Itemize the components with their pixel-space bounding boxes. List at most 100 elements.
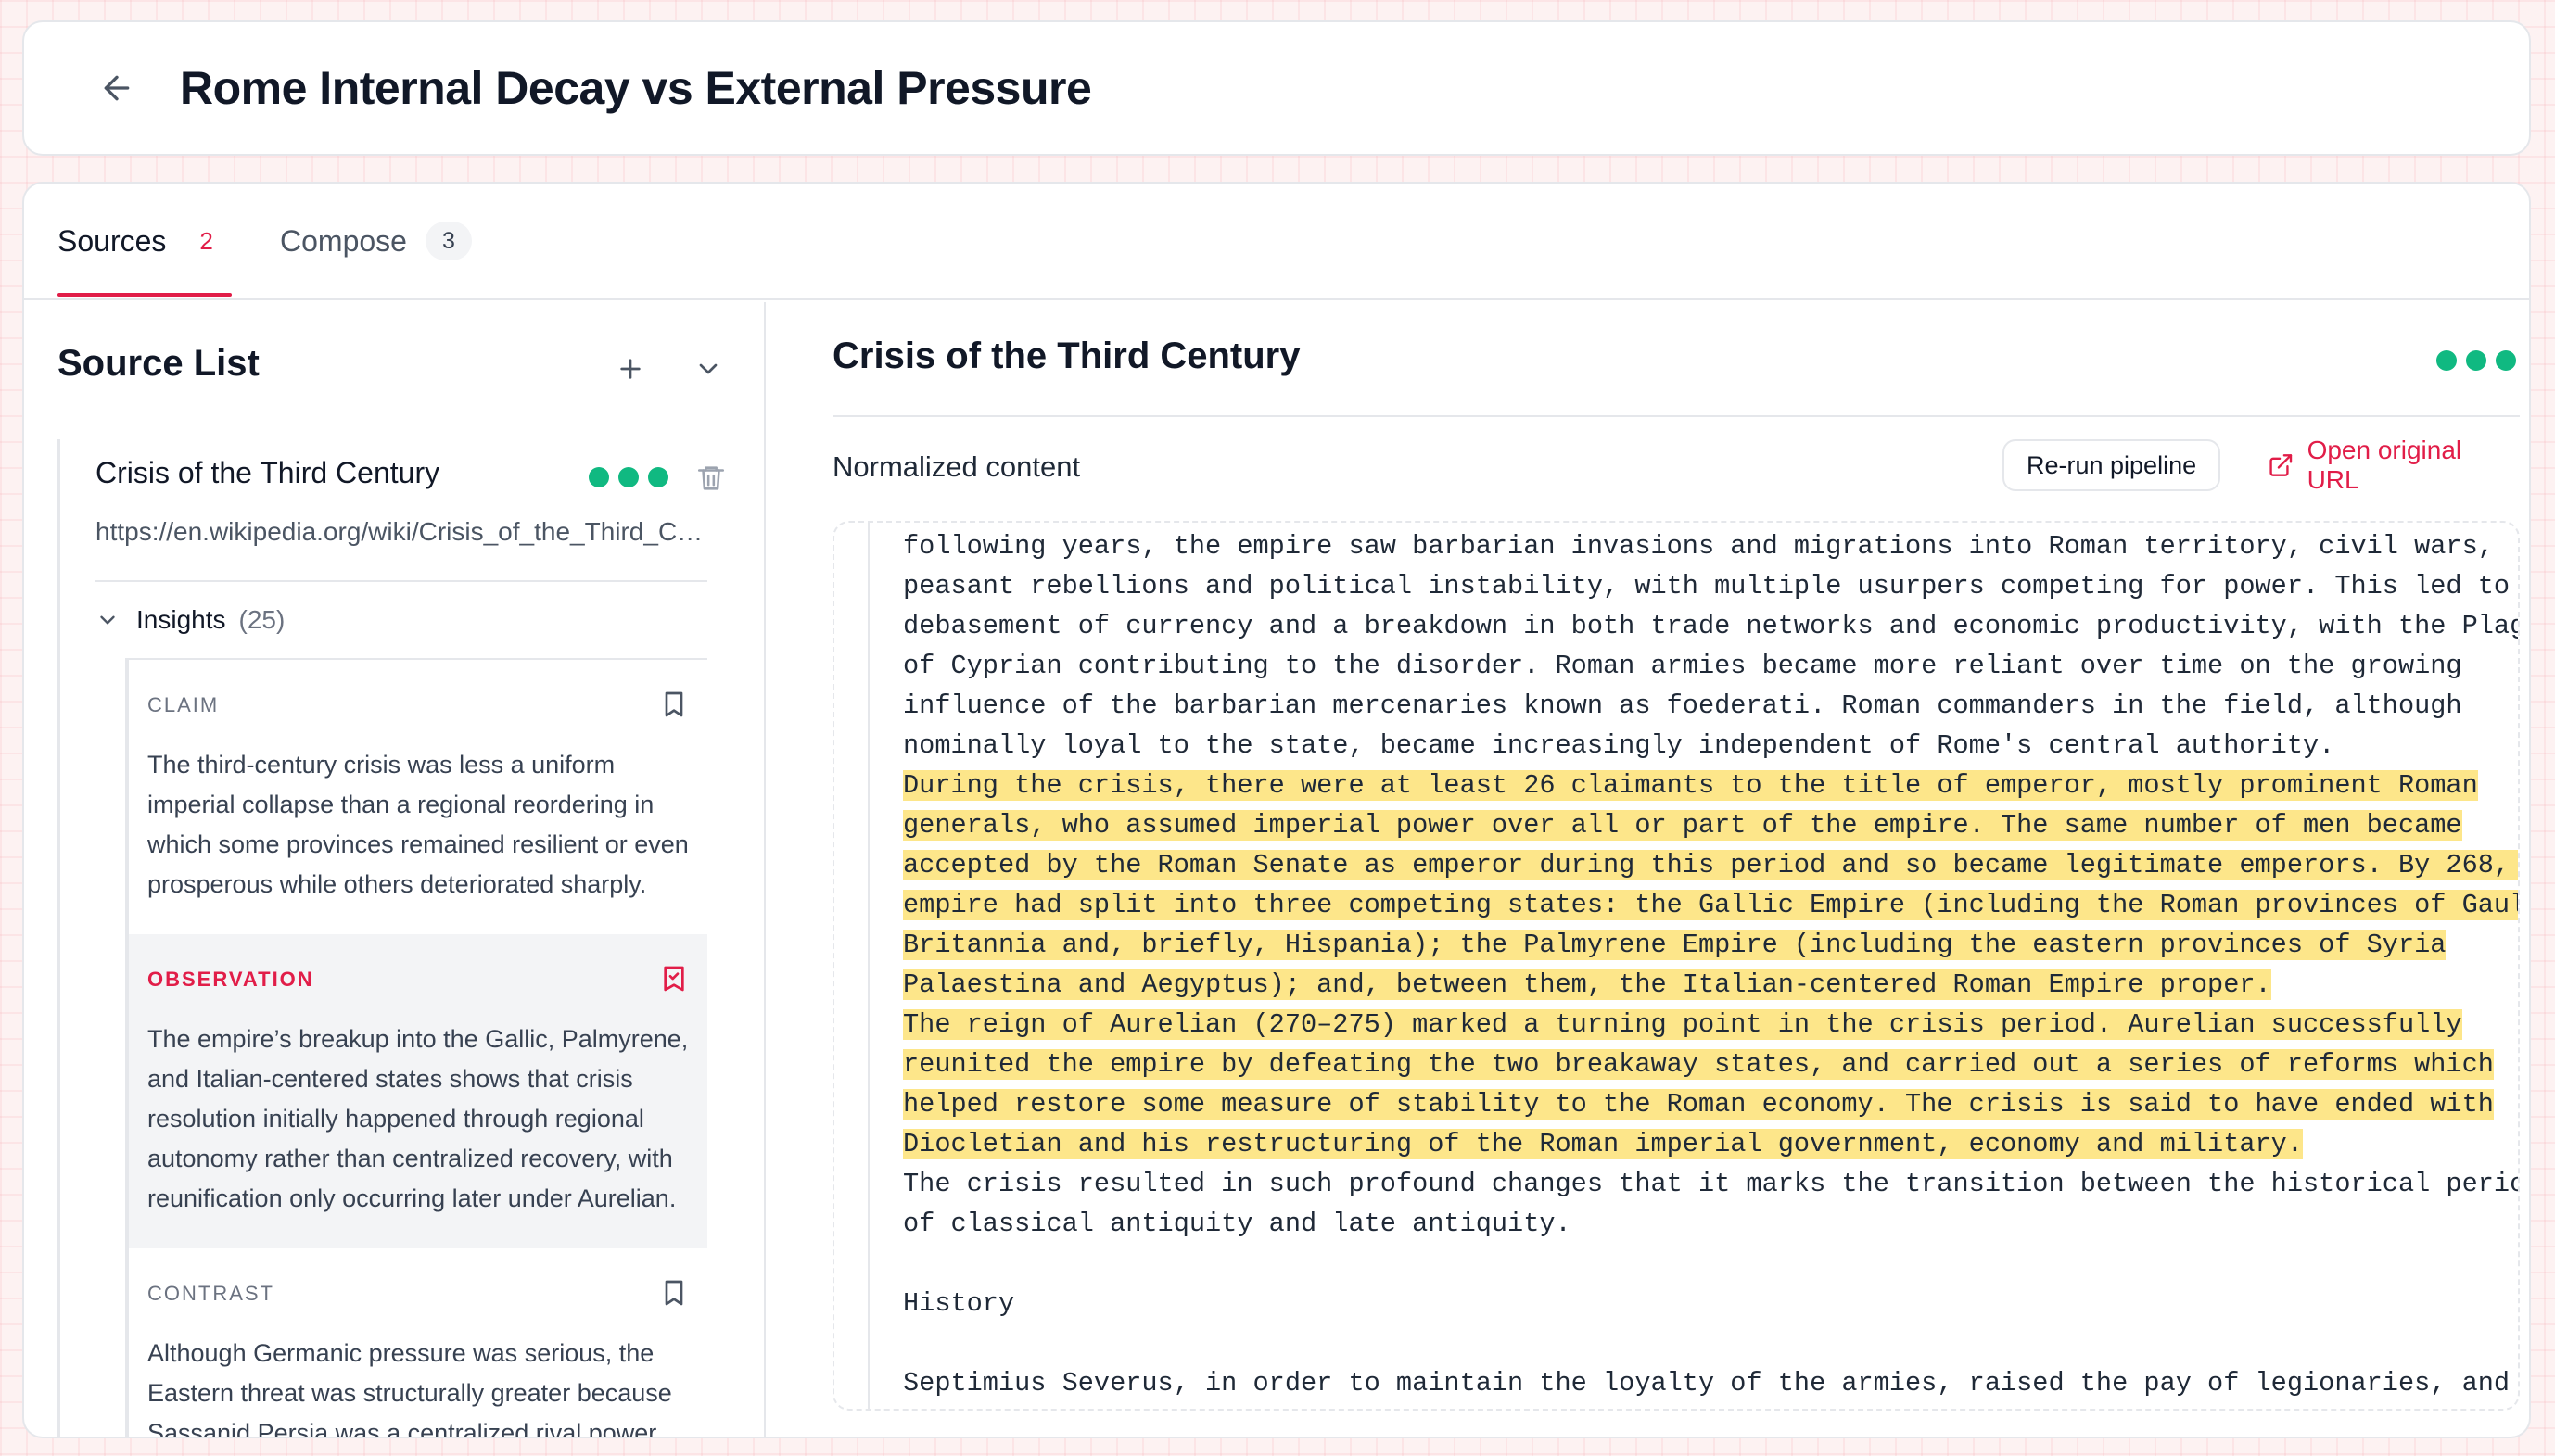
status-dot	[2496, 350, 2516, 371]
tab-sources[interactable]: Sources 2	[57, 184, 213, 298]
content-line-text: of Cyprian contributing to the disorder.…	[903, 651, 2462, 681]
header-bar: Rome Internal Decay vs External Pressure	[22, 20, 2531, 156]
content-line: Britannia and, briefly, Hispania); the P…	[903, 925, 2486, 965]
insights-label: Insights	[136, 605, 226, 634]
main-panel: Sources 2 Compose 3 Source List Crisis o…	[22, 182, 2531, 1438]
source-list-panel: Source List Crisis of the Third Century …	[24, 302, 766, 1438]
content-line: Septimius Severus, in order to maintain …	[903, 1363, 2510, 1403]
highlighted-text: accepted by the Roman Senate as emperor …	[903, 850, 2518, 880]
content-line: generals, who assumed imperial power ove…	[903, 805, 2486, 845]
content-line: influence of the barbarian mercenaries k…	[903, 686, 2486, 726]
tab-compose-label: Compose	[280, 223, 407, 258]
status-dot	[589, 467, 609, 487]
content-line: Diocletian and his restructuring of the …	[903, 1124, 2486, 1164]
content-line: The reign of Aurelian (270–275) marked a…	[903, 1005, 2486, 1045]
collapse-list-button[interactable]	[688, 348, 729, 389]
highlighted-text: generals, who assumed imperial power ove…	[903, 810, 2462, 841]
content-line: Palaestina and Aegyptus); and, between t…	[903, 965, 2486, 1005]
insights-list: CLAIM The third-century crisis was less …	[125, 660, 707, 1438]
plus-icon	[620, 359, 641, 379]
content-line: History	[903, 1284, 2486, 1323]
content-line: nominally loyal to the state, became inc…	[903, 726, 2486, 766]
source-title[interactable]: Crisis of the Third Century	[95, 456, 439, 490]
tab-sources-count-badge: 2	[199, 226, 213, 255]
status-dot	[2466, 350, 2486, 371]
content-line-text: The crisis resulted in such profound cha…	[903, 1169, 2520, 1199]
highlighted-text: Palaestina and Aegyptus); and, between t…	[903, 969, 2271, 1000]
content-text-area: following years, the empire saw barbaria…	[868, 523, 2518, 1409]
highlighted-text: helped restore some measure of stability…	[903, 1089, 2494, 1120]
bookmark-button[interactable]	[654, 684, 694, 725]
open-original-url-label: Open original URL	[2307, 436, 2462, 494]
tab-compose[interactable]: Compose 3	[280, 184, 472, 298]
detail-title: Crisis of the Third Century	[833, 336, 1301, 376]
external-link-icon	[2269, 454, 2293, 476]
open-original-url-link[interactable]: Open original URL	[2268, 436, 2511, 494]
delete-source-button[interactable]	[691, 458, 731, 499]
bookmark-button[interactable]	[654, 958, 694, 999]
highlighted-text: The reign of Aurelian (270–275) marked a…	[903, 1009, 2462, 1040]
insight-text: The empire’s breakup into the Gallic, Pa…	[147, 1025, 689, 1212]
content-line: empire had split into three competing st…	[903, 885, 2518, 925]
divider	[95, 580, 707, 582]
insight-card[interactable]: CONTRAST Although Germanic pressure was …	[129, 1248, 707, 1438]
content-text: following years, the empire saw barbaria…	[870, 523, 2518, 1403]
bookmark-button[interactable]	[654, 1272, 694, 1313]
arrow-left-icon	[104, 75, 130, 101]
trash-icon	[697, 466, 725, 490]
insight-type: CONTRAST	[147, 1282, 274, 1305]
content-line: following years, the empire saw barbaria…	[903, 526, 2494, 566]
add-source-button[interactable]	[610, 348, 651, 389]
tab-bar: Sources 2 Compose 3	[24, 184, 2529, 300]
highlighted-text: During the crisis, there were at least 2…	[903, 770, 2478, 801]
content-line-text: peasant rebellions and political instabi…	[903, 571, 2520, 601]
source-url[interactable]: https://en.wikipedia.org/wiki/Crisis_of_…	[95, 517, 707, 547]
content-line: The crisis resulted in such profound cha…	[903, 1164, 2518, 1204]
page-title: Rome Internal Decay vs External Pressure	[180, 62, 1092, 114]
content-line: reunited the empire by defeating the two…	[903, 1045, 2494, 1084]
status-dot	[2436, 350, 2457, 371]
content-line-text: influence of the barbarian mercenaries k…	[903, 690, 2462, 721]
highlighted-text: reunited the empire by defeating the two…	[903, 1049, 2494, 1080]
content-line-text: following years, the empire saw barbaria…	[903, 531, 2494, 562]
insight-card[interactable]: CLAIM The third-century crisis was less …	[129, 660, 707, 934]
insights-toggle[interactable]: Insights (25)	[95, 597, 285, 643]
highlighted-text: Britannia and, briefly, Hispania); the P…	[903, 930, 2447, 960]
content-line: of Cyprian contributing to the disorder.…	[903, 646, 2486, 686]
status-dot	[618, 467, 639, 487]
bookmark-icon	[665, 1280, 683, 1306]
content-line	[903, 1244, 2486, 1284]
bookmark-icon	[665, 691, 683, 717]
insights-count: (25)	[238, 605, 286, 634]
normalized-content-viewer[interactable]: following years, the empire saw barbaria…	[833, 521, 2520, 1411]
content-line: debasement of currency and a breakdown i…	[903, 606, 2518, 646]
back-button[interactable]	[91, 62, 143, 114]
source-item: Crisis of the Third Century https://en.w…	[57, 439, 725, 1438]
content-line: During the crisis, there were at least 2…	[903, 766, 2486, 805]
content-line	[903, 1323, 2486, 1363]
content-line-text: of classical antiquity and late antiquit…	[903, 1209, 1571, 1239]
source-list-title: Source List	[57, 343, 260, 384]
insight-text: Although Germanic pressure was serious, …	[147, 1339, 672, 1438]
bookmark-check-icon	[664, 966, 684, 992]
divider	[833, 415, 2520, 417]
content-line-text: debasement of currency and a breakdown i…	[903, 611, 2520, 641]
highlighted-text: Diocletian and his restructuring of the …	[903, 1129, 2303, 1159]
normalized-content-label: Normalized content	[833, 450, 1081, 483]
content-line: accepted by the Roman Senate as emperor …	[903, 845, 2518, 885]
content-line: of classical antiquity and late antiquit…	[903, 1204, 2486, 1244]
insight-type: CLAIM	[147, 693, 220, 716]
detail-status-indicator	[2436, 350, 2516, 371]
content-line-text: Septimius Severus, in order to maintain …	[903, 1368, 2511, 1399]
rerun-pipeline-button[interactable]: Re-run pipeline	[2002, 439, 2221, 491]
tab-sources-label: Sources	[57, 223, 167, 258]
insight-text: The third-century crisis was less a unif…	[147, 751, 689, 898]
content-line: helped restore some measure of stability…	[903, 1084, 2494, 1124]
status-dot	[648, 467, 668, 487]
content-line-text: History	[903, 1288, 1015, 1319]
content-line-text: nominally loyal to the state, became inc…	[903, 730, 2335, 761]
chevron-down-icon	[699, 363, 718, 374]
insight-card[interactable]: OBSERVATION The empire’s breakup into th…	[129, 934, 707, 1248]
active-tab-indicator	[57, 293, 232, 297]
tab-compose-count-badge: 3	[425, 222, 472, 260]
